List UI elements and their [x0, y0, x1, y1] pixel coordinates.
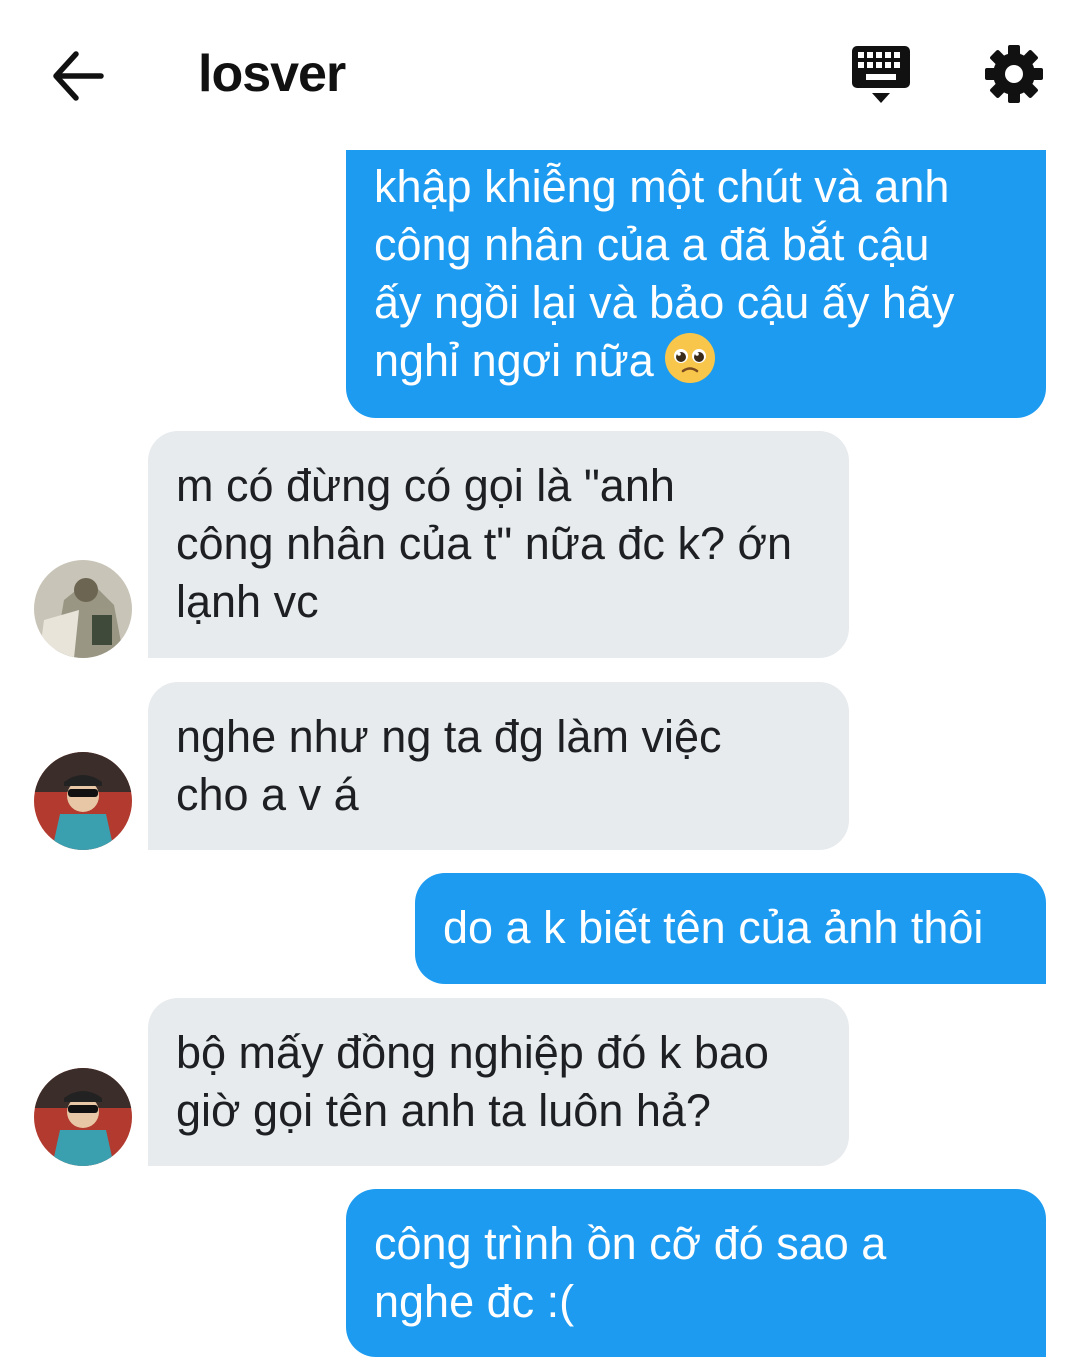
- message-text: công trình ồn cỡ đó sao a nghe đc :(: [374, 1218, 887, 1327]
- pleading-face-emoji: [654, 333, 716, 386]
- settings-button[interactable]: [984, 44, 1044, 104]
- message-text: bộ mấy đồng nghiệp đó k bao giờ gọi tên …: [176, 1027, 769, 1136]
- message-bubble-incoming[interactable]: nghe như ng ta đg làm việc cho a v á: [148, 682, 849, 850]
- avatar[interactable]: [34, 560, 132, 658]
- back-button[interactable]: [48, 48, 108, 104]
- keyboard-button[interactable]: [850, 44, 914, 106]
- avatar[interactable]: [34, 752, 132, 850]
- avatar[interactable]: [34, 1068, 132, 1166]
- message-text: nghe như ng ta đg làm việc cho a v á: [176, 711, 722, 820]
- chat-header: losver: [0, 0, 1080, 150]
- conversation-title: losver: [198, 45, 346, 103]
- message-bubble-incoming[interactable]: m có đừng có gọi là "anh công nhân của t…: [148, 431, 849, 658]
- message-bubble-incoming[interactable]: bộ mấy đồng nghiệp đó k bao giờ gọi tên …: [148, 998, 849, 1166]
- keyboard-icon: [852, 46, 910, 103]
- message-text: do a k biết tên của ảnh thôi: [443, 902, 984, 953]
- arrow-left-icon: [53, 51, 104, 101]
- message-bubble-outgoing[interactable]: công trình ồn cỡ đó sao a nghe đc :(: [346, 1189, 1046, 1357]
- message-bubble-outgoing[interactable]: do a k biết tên của ảnh thôi: [415, 873, 1046, 984]
- message-text: m có đừng có gọi là "anh công nhân của t…: [176, 460, 793, 627]
- gear-icon: [985, 45, 1043, 103]
